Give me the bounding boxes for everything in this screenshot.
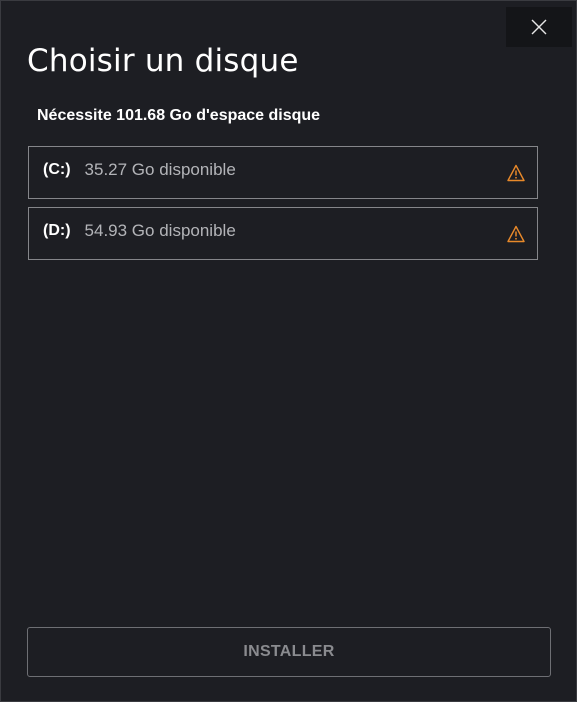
drive-letter: (D:)	[43, 222, 71, 239]
install-button[interactable]: INSTALLER	[27, 627, 551, 677]
drive-free-space: 35.27 Go disponible	[84, 160, 236, 179]
drive-letter: (C:)	[43, 161, 71, 178]
drive-option-c[interactable]: (C:) 35.27 Go disponible	[28, 146, 538, 199]
dialog-title: Choisir un disque	[27, 43, 299, 79]
warning-icon	[507, 164, 525, 182]
drive-option-d[interactable]: (D:) 54.93 Go disponible	[28, 207, 538, 260]
warning-icon	[507, 225, 525, 243]
close-icon	[531, 19, 547, 35]
space-requirement: Nécessite 101.68 Go d'espace disque	[37, 107, 321, 124]
close-button[interactable]	[506, 7, 572, 47]
choose-disk-dialog: Choisir un disque Nécessite 101.68 Go d'…	[0, 0, 577, 702]
drive-free-space: 54.93 Go disponible	[84, 221, 236, 240]
